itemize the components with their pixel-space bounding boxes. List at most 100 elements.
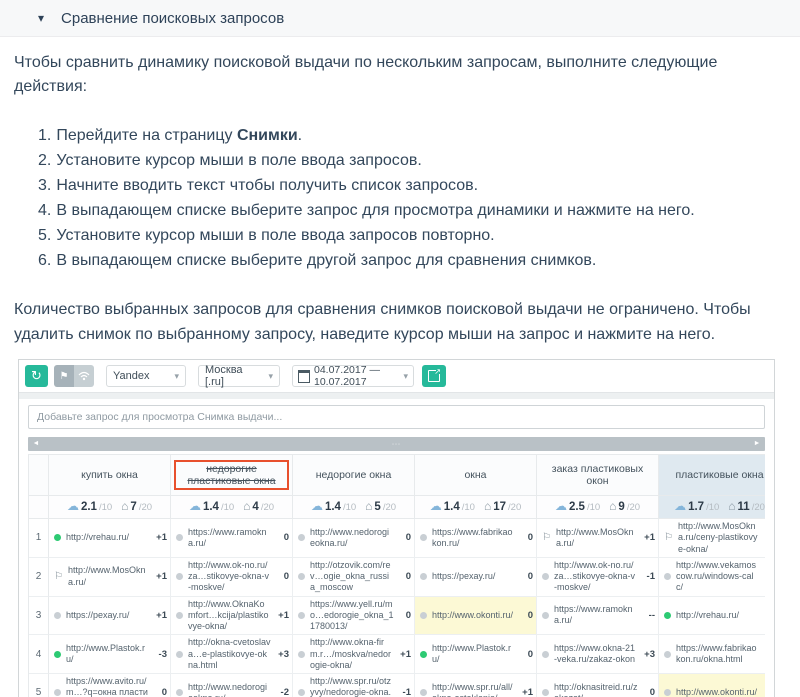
section-header[interactable]: ▾ Сравнение поисковых запросов (0, 0, 800, 37)
status-marker (542, 573, 549, 581)
position-delta: -1 (402, 687, 411, 697)
calendar-icon (298, 369, 310, 383)
result-url[interactable]: http://www.nedorogieokna.ru/ (188, 682, 272, 697)
result-url[interactable]: https://www.okna-21-veka.ru/zakaz-okon (554, 643, 638, 666)
status-marker (420, 689, 427, 697)
result-cell: http://www.ok-no.ru/za…stikovye-okna-v-m… (171, 557, 293, 597)
query-stats: ☁ 1.7/10 ⌂ 11/20 (659, 496, 765, 519)
result-url[interactable]: http://www.okonti.ru/ (432, 610, 516, 621)
status-marker (664, 534, 673, 542)
result-url[interactable]: http://www.spr.ru/all/okna-osteklenie/ (432, 682, 516, 697)
query-search-input[interactable] (28, 405, 765, 429)
region-select[interactable]: Москва [.ru] ▾ (198, 364, 280, 388)
position-delta: 0 (405, 609, 411, 621)
list-item: 1. Перейдите на страницу Снимки. (38, 127, 303, 144)
result-url[interactable]: http://www.Plastok.ru/ (432, 643, 516, 666)
cloud-icon: ☁ (429, 499, 442, 513)
search-engine-select[interactable]: Yandex ▾ (106, 365, 186, 387)
result-cell: https://www.okna-21-veka.ru/zakaz-okon +3 (537, 635, 659, 674)
result-cell: http://www.MosOkna.ru/ +1 (537, 519, 659, 558)
result-url[interactable]: http://www.spr.ru/otzyvy/nedorogie-okna.… (310, 676, 394, 697)
position-delta: 0 (405, 571, 411, 583)
status-marker (664, 689, 671, 697)
export-button[interactable] (422, 365, 446, 387)
date-range-picker[interactable]: 04.07.2017 — 10.07.2017 ▾ (292, 364, 414, 388)
result-url[interactable]: http://otzovik.com/rev…ogie_okna_russia_… (310, 560, 394, 594)
result-url[interactable]: http://www.MosOkna.ru/ceny-plastikovye-o… (678, 521, 760, 555)
flag-toggle-button[interactable]: ⚑ (54, 365, 74, 387)
result-cell: https://www.yell.ru/mo…edorogie_okna_117… (293, 596, 415, 636)
refresh-button[interactable]: ↻ (25, 365, 48, 387)
status-marker (298, 650, 305, 658)
query-column-header[interactable]: пластиковые окна (659, 455, 765, 496)
result-url[interactable]: http://www.OknaKomfort…kcija/plastikovye… (188, 599, 272, 633)
result-cell: https://pexay.ru/ +1 (49, 596, 171, 636)
scroll-right-icon[interactable]: ► (749, 437, 765, 451)
position-delta: -2 (280, 687, 289, 697)
result-url[interactable]: https://www.yell.ru/mo…edorogie_okna_117… (310, 599, 394, 633)
status-marker (176, 650, 183, 658)
result-url[interactable]: https://pexay.ru/ (432, 571, 516, 582)
status-marker (176, 573, 183, 581)
result-url[interactable]: http://www.MosOkna.ru/ (68, 565, 150, 588)
status-marker (420, 650, 427, 658)
chevron-down-icon: ▾ (403, 370, 408, 381)
result-url[interactable]: http://www.ok-no.ru/za…stikovye-okna-v-m… (188, 560, 272, 594)
result-url[interactable]: https://www.ramokna.ru/ (188, 527, 272, 550)
status-marker (664, 650, 671, 658)
query-column-header[interactable]: недорогие пластиковые окна (171, 455, 293, 496)
row-number: 3 (29, 596, 49, 636)
query-column-header[interactable]: окна (415, 455, 537, 496)
result-url[interactable]: http://okna-cvetoslava…e-plastikovye-okn… (188, 637, 272, 671)
result-url[interactable]: https://www.avito.ru/m…?q=окна пластиков… (66, 676, 150, 697)
result-url[interactable]: http://oknasitreid.ru/zakazat/ (554, 682, 638, 697)
result-url[interactable]: https://www.fabrikaokon.ru/okna.html (676, 643, 760, 666)
position-delta: +1 (156, 532, 167, 544)
wifi-toggle-button[interactable] (74, 365, 94, 387)
result-url[interactable]: http://www.okna-firm.r…/moskva/nedorogie… (310, 637, 394, 671)
scroll-left-icon[interactable]: ◄ (28, 437, 44, 451)
horizontal-scrollbar[interactable]: ◄ ⋯ ► (28, 437, 765, 451)
result-cell: http://www.okonti.ru/0 (415, 596, 537, 636)
search-engine-value: Yandex (113, 370, 150, 382)
result-cell: https://pexay.ru/0 (415, 557, 537, 597)
status-marker (176, 534, 183, 542)
row-number: 1 (29, 519, 49, 558)
row-number: 5 (29, 674, 49, 697)
stats-row-corner (29, 496, 49, 519)
result-url[interactable]: http://www.okonti.ru/ (676, 687, 760, 697)
result-url[interactable]: http://www.nedorogieokna.ru/ (310, 527, 394, 550)
result-url[interactable]: http://www.MosOkna.ru/ (556, 527, 638, 550)
result-url[interactable]: http://vrehau.ru/ (66, 532, 150, 543)
result-url[interactable]: https://www.fabrikaokon.ru/ (432, 527, 516, 550)
wifi-icon (78, 371, 90, 381)
cloud-icon: ☁ (674, 499, 687, 513)
result-url[interactable]: http://www.vekamoscow.ru/windows-calc/ (676, 560, 760, 594)
status-marker (298, 573, 305, 581)
position-delta: +1 (522, 687, 533, 697)
result-cell: http://vrehau.ru/+2 (659, 596, 765, 636)
result-url[interactable]: https://pexay.ru/ (66, 610, 150, 621)
status-marker (298, 611, 305, 619)
list-item: 6. В выпадающем списке выберите другой за… (38, 252, 597, 269)
table-grid: купить окна недорогие пластиковые окна н… (28, 454, 765, 697)
home-icon: ⌂ (121, 499, 129, 513)
query-column-header[interactable]: купить окна (49, 455, 171, 496)
result-cell: http://www.OknaKomfort…kcija/plastikovye… (171, 596, 293, 636)
collapse-arrow-icon[interactable]: ▾ (38, 11, 44, 25)
status-marker (542, 534, 551, 542)
result-cell: http://www.okonti.ru/+1 (659, 674, 765, 697)
result-url[interactable]: https://www.ramokna.ru/ (554, 604, 638, 627)
list-item: 3. Начните вводить текст чтобы получить с… (38, 177, 479, 194)
query-column-header[interactable]: заказ пластиковых окон (537, 455, 659, 496)
list-item: 5. Установите курсор мыши в поле ввода за… (38, 227, 495, 244)
query-column-header[interactable]: недорогие окна (293, 455, 415, 496)
query-stats: ☁ 1.4/10 ⌂ 17/20 (415, 496, 537, 519)
result-url[interactable]: http://www.ok-no.ru/za…stikovye-okna-v-m… (554, 560, 638, 594)
toolbar-divider (19, 392, 774, 399)
position-delta: +1 (156, 571, 167, 583)
status-marker (420, 534, 427, 542)
result-url[interactable]: http://vrehau.ru/ (676, 610, 760, 621)
result-url[interactable]: http://www.Plastok.ru/ (66, 643, 150, 666)
section-title: Сравнение поисковых запросов (61, 9, 285, 27)
